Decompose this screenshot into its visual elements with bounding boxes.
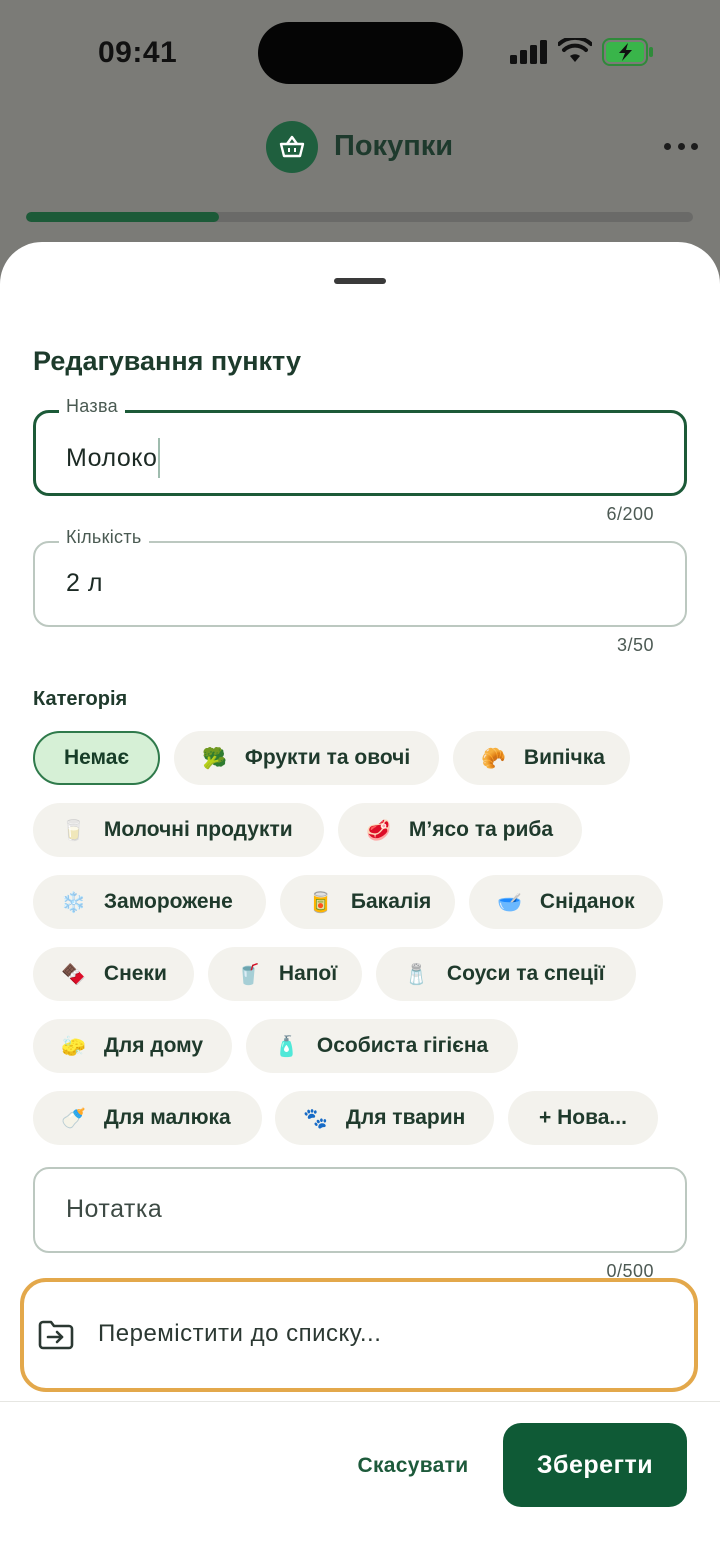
quantity-field[interactable]: Кількість 2 л	[33, 527, 687, 627]
name-field-value: Молоко	[66, 443, 158, 472]
sheet-title: Редагування пункту	[33, 346, 301, 376]
category-emoji-icon: 🐾	[303, 1106, 328, 1130]
category-chip[interactable]: 🐾 Для тварин	[275, 1091, 494, 1145]
sheet-drag-handle[interactable]	[334, 278, 386, 284]
category-emoji-icon: 🥐	[481, 746, 506, 770]
note-field-placeholder: Нотатка	[66, 1195, 163, 1223]
category-label: Категорія	[33, 688, 128, 710]
category-emoji-icon: 🥣	[497, 890, 522, 914]
move-to-folder-icon	[38, 1320, 74, 1350]
category-chip-label: Молочні продукти	[103, 818, 293, 841]
status-time: 09:41	[98, 36, 178, 69]
wifi-icon	[558, 38, 592, 62]
text-caret	[158, 438, 161, 478]
category-emoji-icon: 🥫	[308, 890, 333, 914]
category-chip-label: Заморожене	[103, 890, 233, 913]
quantity-field-value: 2 л	[66, 569, 103, 597]
category-chip[interactable]: Немає	[33, 731, 160, 785]
category-chip-label: Сніданок	[539, 890, 635, 913]
status-bar: 09:41	[0, 0, 720, 105]
move-to-list-label: Перемістити до списку...	[98, 1320, 382, 1347]
category-emoji-icon: 🥤	[236, 962, 261, 986]
category-emoji-icon: 🧽	[61, 1034, 86, 1058]
category-chip-label: Бакалія	[350, 890, 432, 913]
category-chip-label: Немає	[63, 746, 130, 769]
category-emoji-icon: 🍼	[61, 1106, 86, 1130]
category-chip[interactable]: 🥐 Випічка	[453, 731, 630, 785]
category-chip-label: Особиста гігієна	[316, 1034, 489, 1057]
category-chip-label: Фрукти та овочі	[244, 746, 411, 769]
category-chip[interactable]: + Нова...	[508, 1091, 658, 1145]
category-chip[interactable]: 🍫 Снеки	[33, 947, 194, 1001]
category-chip-label: Соуси та спеції	[446, 962, 605, 985]
category-chip[interactable]: 🥩 М’ясо та риба	[338, 803, 582, 857]
save-button[interactable]: Зберегти	[503, 1423, 687, 1507]
category-chip-label: М’ясо та риба	[408, 818, 554, 841]
name-field-value-wrap: Молоко	[66, 438, 161, 478]
dynamic-island	[258, 22, 463, 84]
category-emoji-icon: 🍫	[61, 962, 86, 986]
category-chip-label: Для малюка	[103, 1106, 231, 1129]
list-progress-bar	[26, 212, 693, 222]
category-chip[interactable]: 🥤 Напої	[208, 947, 362, 1001]
category-chip-label: Випічка	[523, 746, 605, 769]
category-chip[interactable]: 🧴 Особиста гігієна	[246, 1019, 518, 1073]
name-field-label: Назва	[59, 396, 125, 417]
category-emoji-icon: 🧴	[274, 1034, 299, 1058]
category-chip[interactable]: 🥦 Фрукти та овочі	[174, 731, 439, 785]
category-emoji-icon: ❄️	[61, 890, 86, 914]
category-chip-label: Для тварин	[345, 1106, 466, 1129]
list-progress-fill	[26, 212, 219, 222]
move-to-list-button[interactable]: Перемістити до списку...	[20, 1278, 698, 1392]
app-title: Покупки	[334, 130, 454, 162]
name-field[interactable]: Назва Молоко	[33, 396, 687, 496]
category-chip-label: Снеки	[103, 962, 167, 985]
note-field[interactable]: Нотатка	[33, 1167, 687, 1253]
category-chip[interactable]: 🥛 Молочні продукти	[33, 803, 324, 857]
category-emoji-icon: 🧂	[404, 962, 429, 986]
category-emoji-icon: 🥦	[202, 746, 227, 770]
category-chip-label: Для дому	[103, 1034, 204, 1057]
category-chip-label: Напої	[278, 962, 338, 985]
basket-icon	[266, 121, 318, 173]
quantity-char-counter: 3/50	[616, 635, 654, 655]
battery-icon	[602, 38, 653, 66]
category-chip[interactable]: 🥫 Бакалія	[280, 875, 455, 929]
category-emoji-icon: 🥩	[366, 818, 391, 842]
signal-icon	[510, 40, 547, 64]
quantity-field-outline	[33, 541, 687, 627]
more-options-icon[interactable]	[664, 136, 698, 156]
quantity-field-label: Кількість	[59, 527, 149, 548]
category-chip[interactable]: 🧽 Для дому	[33, 1019, 232, 1073]
category-chip[interactable]: 🧂 Соуси та спеції	[376, 947, 636, 1001]
category-chip[interactable]: ❄️ Заморожене	[33, 875, 266, 929]
footer-divider	[0, 1401, 720, 1402]
cancel-button[interactable]: Скасувати	[340, 1444, 486, 1488]
edit-item-sheet: Редагування пункту Назва Молоко 6/200 Кі…	[0, 242, 720, 1564]
category-chip[interactable]: 🥣 Сніданок	[469, 875, 663, 929]
category-chip[interactable]: 🍼 Для малюка	[33, 1091, 262, 1145]
category-chip-label: + Нова...	[539, 1106, 627, 1129]
app-header: Покупки	[0, 118, 720, 178]
category-emoji-icon: 🥛	[61, 818, 86, 842]
name-char-counter: 6/200	[606, 504, 654, 524]
